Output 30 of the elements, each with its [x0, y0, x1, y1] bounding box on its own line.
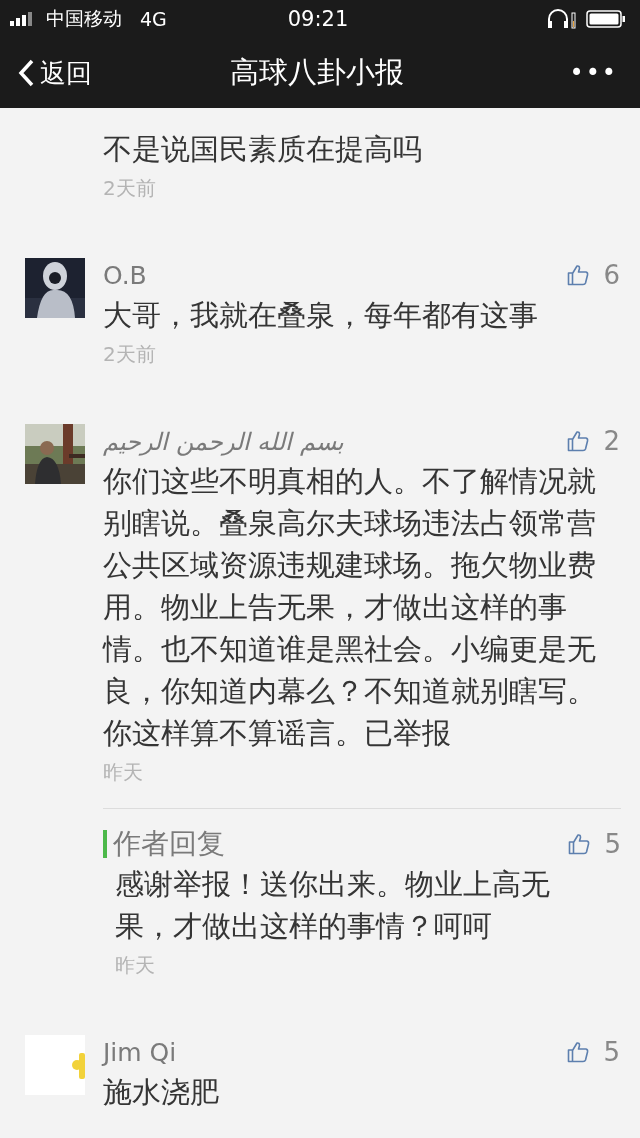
comment-text: 施水浇肥 [103, 1074, 220, 1111]
user-name: Jim Qi [103, 1037, 177, 1067]
reply-text: 感谢举报！送你出来。物业上高无果，才做出这样的事情？呵呵 [114, 866, 551, 945]
network-type: 4G [140, 8, 167, 30]
reply-time: 昨天 [114, 952, 156, 979]
comment-text: 不是说国民素质在提高吗 [103, 131, 423, 168]
battery-icon [586, 10, 626, 28]
comment-text: 大哥，我就在叠泉，每年都有这事 [103, 297, 539, 334]
author-reply-label: 作者回复 [103, 830, 569, 858]
more-button[interactable]: ••• [569, 59, 618, 87]
comment-time: 2天前 [103, 175, 157, 202]
headphones-icon [546, 9, 576, 29]
comment-text: 你们这些不明真相的人。不了解情况就别瞎说。叠泉高尔夫球场违法占领常营公共区域资源违规建球场。拖欠物业费用。物业上告无果，才做出这样的事情。也不知道谁是黑社会。小编更是无良，你知道内幕么？不知道就别瞎写。你这样算不算谣言。已举报 [103, 463, 597, 752]
thumbs-up-icon [567, 264, 590, 286]
like-button[interactable]: 5 [568, 829, 621, 859]
user-name: بسم الله الرحمن الرحيم [103, 427, 344, 456]
thumbs-up-icon [567, 430, 590, 452]
thumbs-up-icon [568, 833, 591, 855]
user-name: O.B [103, 260, 147, 290]
clock-time: 09:21 [287, 7, 349, 31]
like-button[interactable]: 6 [567, 260, 620, 290]
like-button[interactable]: 5 [567, 1037, 620, 1067]
comment-time: 2天前 [103, 341, 157, 368]
chevron-left-icon [16, 58, 36, 88]
back-button[interactable]: 返回 [16, 55, 92, 91]
page-title: 高球八卦小报 [230, 55, 404, 89]
like-button[interactable]: 2 [567, 426, 620, 456]
carrier-name: 中国移动 [46, 6, 122, 31]
comment-time: 昨天 [103, 759, 144, 786]
thumbs-up-icon [567, 1041, 590, 1063]
